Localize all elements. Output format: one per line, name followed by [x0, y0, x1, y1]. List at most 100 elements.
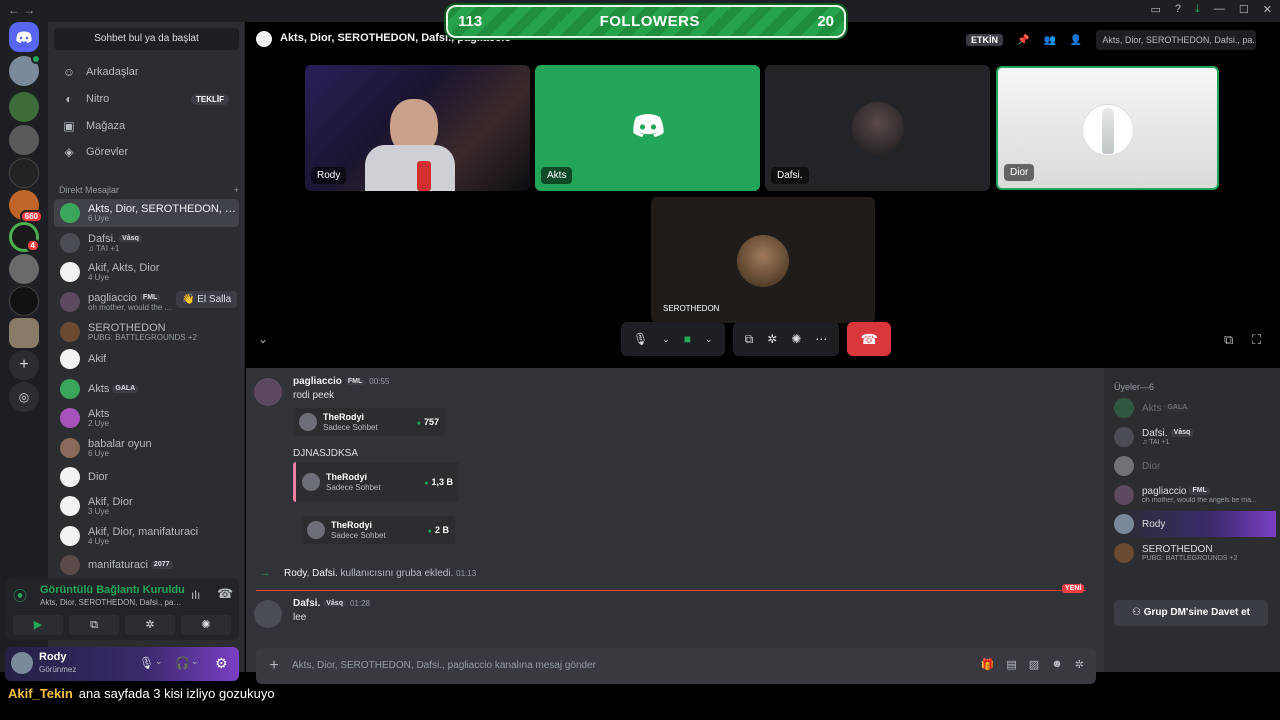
close-button[interactable]: ✕	[1263, 3, 1272, 16]
headphones-icon[interactable]: 🎧	[175, 656, 190, 670]
nav-friends[interactable]: ☺ Arkadaşlar	[54, 59, 239, 85]
pin-icon[interactable]: 📌	[1017, 35, 1029, 46]
member-item[interactable]: Rody	[1114, 511, 1276, 537]
disconnect-button[interactable]: ☎	[847, 322, 892, 356]
dm-item[interactable]: Akts GALA	[54, 375, 239, 403]
gear-icon[interactable]: ⚙	[215, 655, 228, 672]
chevron-down-icon[interactable]: ⌄	[191, 656, 199, 667]
noise-suppression-icon[interactable]: ılı	[191, 588, 200, 602]
signal-icon[interactable]: ⦿	[13, 586, 27, 606]
system-target[interactable]: Dafsi.	[312, 568, 338, 579]
dm-item[interactable]: Akif, Akts, Dior 4 Üye	[54, 258, 239, 286]
avatar[interactable]	[254, 378, 282, 406]
member-list-icon[interactable]: 👤	[1070, 35, 1082, 46]
gif-icon[interactable]: ▤	[1006, 658, 1016, 671]
embed-card[interactable]: TheRodyiSadece Sohbet 2 B	[301, 516, 455, 544]
invite-to-group-button[interactable]: ⚇ Grup DM'sine Davet et	[1114, 600, 1268, 626]
gift-icon[interactable]: 🎁	[981, 658, 995, 671]
add-attachment-icon[interactable]: +	[264, 656, 284, 676]
history-nav[interactable]: ← →	[8, 3, 35, 17]
video-tile-rody[interactable]: Rody	[305, 65, 530, 191]
collapse-chevron-icon[interactable]: ⌄	[258, 332, 268, 346]
nav-nitro[interactable]: ◐ Nitro TEKLİF	[54, 86, 239, 112]
member-item[interactable]: SEROTHEDON PUBG: BATTLEGROUNDS +2	[1114, 540, 1276, 566]
author-name[interactable]: Dafsi.	[293, 598, 320, 609]
search-input[interactable]: Akts, Dior, SEROTHEDON, Dafsi., pa...	[1096, 30, 1257, 50]
dm-item[interactable]: manifaturaci 2077	[54, 551, 239, 579]
server-icon[interactable]	[9, 286, 39, 316]
dm-item[interactable]: Dafsi. Våsq ♫ TAI +1	[54, 229, 239, 257]
camera-icon[interactable]: ■	[684, 332, 691, 346]
popout-icon[interactable]: ⧉	[1224, 332, 1233, 348]
microphone-icon[interactable]: 🎙	[139, 656, 154, 670]
chevron-down-icon[interactable]: ⌄	[662, 334, 670, 345]
server-icon[interactable]	[9, 54, 41, 86]
dm-item[interactable]: Akif, Dior, manifaturaci 4 Üye	[54, 522, 239, 550]
dm-item[interactable]: SEROTHEDON PUBG: BATTLEGROUNDS +2	[54, 318, 239, 346]
dm-item[interactable]: Akif	[54, 345, 239, 373]
video-tile-serothedon[interactable]: SEROTHEDON	[651, 197, 875, 323]
camera-button[interactable]: ▶	[13, 615, 63, 635]
active-badge[interactable]: ETKİN	[966, 34, 1003, 46]
minimize-button[interactable]: —	[1214, 3, 1225, 16]
server-icon[interactable]	[9, 125, 39, 155]
server-icon[interactable]	[9, 92, 39, 122]
message-composer[interactable]: + Akts, Dior, SEROTHEDON, Dafsi., paglia…	[256, 648, 1096, 684]
message-input[interactable]: Akts, Dior, SEROTHEDON, Dafsi., pagliacc…	[292, 660, 596, 671]
message-author[interactable]: Dafsi. Våsq 01:28	[293, 598, 370, 609]
embed-card[interactable]: TheRodyiSadece Sohbet 1,3 B	[293, 462, 459, 502]
sticker-icon[interactable]: ▨	[1029, 658, 1039, 671]
soundboard-button[interactable]: ✺	[181, 615, 231, 635]
disconnect-icon[interactable]: ☎	[217, 586, 233, 602]
member-item[interactable]: Akts GALA	[1114, 395, 1276, 421]
nav-shop[interactable]: ▣ Mağaza	[54, 113, 239, 139]
fullscreen-icon[interactable]: ⛶	[1252, 332, 1261, 348]
dm-item[interactable]: Akts, Dior, SEROTHEDON, Dafsi., ...6 Üye	[54, 199, 239, 227]
dm-item[interactable]: Akif, Dior 3 Üye	[54, 492, 239, 520]
inbox-icon[interactable]: ▭	[1151, 3, 1161, 16]
server-icon[interactable]	[9, 158, 39, 188]
create-dm-icon[interactable]: +	[234, 185, 239, 195]
dm-item[interactable]: Akts 2 Üye	[54, 404, 239, 432]
find-conversation-button[interactable]: Sohbet bul ya da başlat	[54, 28, 239, 50]
emoji-icon[interactable]: ☻	[1051, 658, 1063, 671]
message-author[interactable]: pagliaccio FML 00:55	[293, 376, 389, 387]
embed-card[interactable]: TheRodyiSadece Sohbet 757	[293, 408, 445, 436]
avatar[interactable]	[11, 652, 33, 674]
dm-item[interactable]: Dior	[54, 463, 239, 491]
help-icon[interactable]: ?	[1175, 3, 1181, 16]
server-icon[interactable]: 4	[9, 222, 40, 252]
member-item[interactable]: Dafsi. Våsq ♫ TAI +1	[1114, 424, 1276, 450]
dm-item[interactable]: babalar oyun 6 Üye	[54, 434, 239, 462]
video-tile-dior[interactable]: Dior	[996, 66, 1219, 190]
apps-icon[interactable]: ✲	[1075, 658, 1084, 671]
maximize-button[interactable]: ☐	[1239, 3, 1249, 16]
add-server-icon[interactable]: +	[9, 350, 39, 380]
more-icon[interactable]: ⋯	[815, 332, 827, 346]
wave-button[interactable]: 👋 El Salla	[176, 291, 238, 308]
server-icon[interactable]	[9, 254, 39, 284]
screen-share-button[interactable]: ⧉	[69, 615, 119, 635]
nav-quests[interactable]: ◈ Görevler	[54, 139, 239, 165]
soundboard-icon[interactable]: ✺	[791, 332, 801, 346]
voice-status-title[interactable]: Görüntülü Bağlantı Kuruldu	[40, 584, 185, 596]
discord-home-icon[interactable]	[9, 22, 39, 52]
video-tile-dafsi[interactable]: Dafsi.	[765, 65, 990, 191]
member-item[interactable]: pagliaccio FML oh mother, would the angels…	[1114, 482, 1276, 508]
activities-button[interactable]: ✲	[125, 615, 175, 635]
avatar[interactable]	[254, 600, 282, 628]
download-icon[interactable]: ⤓	[1195, 3, 1200, 16]
screen-share-icon[interactable]: ⧉	[745, 332, 754, 347]
system-actor[interactable]: Rody	[284, 568, 307, 579]
video-tile-akts[interactable]: Akts	[535, 65, 760, 191]
add-friends-icon[interactable]: 👥	[1043, 35, 1055, 46]
chevron-down-icon[interactable]: ⌄	[705, 334, 713, 345]
chevron-down-icon[interactable]: ⌄	[155, 656, 163, 667]
author-name[interactable]: pagliaccio	[293, 376, 342, 387]
member-item[interactable]: Dior	[1114, 453, 1276, 479]
microphone-icon[interactable]: 🎙	[633, 332, 648, 346]
discover-icon[interactable]: ◎	[9, 382, 39, 412]
server-icon[interactable]: 660	[9, 190, 43, 223]
server-icon[interactable]	[9, 318, 39, 348]
activities-icon[interactable]: ✲	[767, 332, 777, 346]
